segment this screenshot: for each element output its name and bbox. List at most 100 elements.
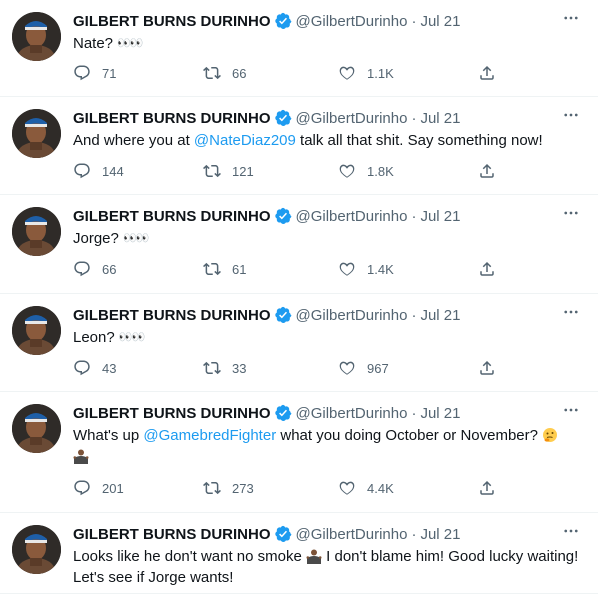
author-handle[interactable]: @GilbertDurinho	[296, 307, 408, 324]
person-shrugging-emoji	[306, 548, 322, 564]
more-icon[interactable]	[561, 205, 581, 221]
retweet-icon	[203, 479, 221, 497]
reply-button[interactable]: 201	[73, 478, 124, 498]
eyes-emoji: 👀👀	[123, 232, 149, 245]
thinking-face-emoji	[542, 427, 558, 443]
avatar[interactable]	[12, 109, 61, 158]
author-name[interactable]: GILBERT BURNS DURINHO	[73, 405, 271, 422]
likes-count: 4.4K	[367, 480, 394, 496]
likes-count: 1.4K	[367, 261, 394, 277]
author-name[interactable]: GILBERT BURNS DURINHO	[73, 526, 271, 543]
tweet-actions: 66 61 1.4K	[73, 259, 496, 279]
share-button[interactable]	[478, 358, 496, 378]
tweet-timestamp[interactable]: Jul 21	[420, 405, 460, 422]
tweet-timestamp[interactable]: Jul 21	[420, 13, 460, 30]
text-segment: What's up	[73, 427, 144, 444]
likes-count: 967	[367, 360, 389, 376]
retweets-count: 66	[232, 65, 247, 81]
tweet-timestamp[interactable]: Jul 21	[420, 208, 460, 225]
text-segment: Nate?	[73, 35, 118, 52]
separator-dot: ·	[411, 207, 417, 225]
tweet-header: GILBERT BURNS DURINHO @GilbertDurinho · Jul…	[73, 108, 460, 128]
tweet-header: GILBERT BURNS DURINHO @GilbertDurinho · Jul…	[73, 403, 460, 423]
tweet-text: Looks like he don't want no smoke I don'…	[73, 546, 581, 588]
retweet-button[interactable]: 61	[203, 259, 246, 279]
tweet-actions: 144 121 1.8K	[73, 161, 496, 181]
tweet-timestamp[interactable]: Jul 21	[420, 110, 460, 127]
share-button[interactable]	[478, 161, 496, 181]
separator-dot: ·	[411, 306, 417, 324]
eyes-emoji: 👀👀	[118, 331, 145, 344]
separator-dot: ·	[411, 12, 417, 30]
share-button[interactable]	[478, 259, 496, 279]
retweet-button[interactable]: 33	[203, 358, 246, 378]
author-name[interactable]: GILBERT BURNS DURINHO	[73, 208, 271, 225]
tweet-feed: GILBERT BURNS DURINHO @GilbertDurinho · Jul…	[0, 0, 598, 594]
avatar[interactable]	[12, 207, 61, 256]
author-name[interactable]: GILBERT BURNS DURINHO	[73, 110, 271, 127]
reply-button[interactable]: 71	[73, 63, 116, 83]
text-segment: Jorge?	[73, 230, 124, 247]
reply-button[interactable]: 66	[73, 259, 116, 279]
tweet-timestamp[interactable]: Jul 21	[420, 526, 460, 543]
like-icon	[338, 479, 356, 497]
share-button[interactable]	[478, 63, 496, 83]
replies-count: 43	[102, 360, 117, 376]
verified-badge-icon	[274, 109, 292, 127]
text-segment: what you doing October or November?	[276, 427, 543, 444]
avatar[interactable]	[12, 525, 61, 574]
more-icon[interactable]	[561, 107, 581, 123]
like-button[interactable]: 4.4K	[338, 478, 394, 498]
retweets-count: 33	[232, 360, 247, 376]
tweet-header: GILBERT BURNS DURINHO @GilbertDurinho · Jul…	[73, 524, 460, 544]
tweet[interactable]: GILBERT BURNS DURINHO @GilbertDurinho · Jul…	[0, 513, 598, 594]
verified-badge-icon	[274, 12, 292, 30]
more-icon[interactable]	[561, 402, 581, 418]
author-name[interactable]: GILBERT BURNS DURINHO	[73, 307, 271, 324]
reply-icon	[73, 479, 91, 497]
avatar[interactable]	[12, 12, 61, 61]
tweet-timestamp[interactable]: Jul 21	[420, 307, 460, 324]
replies-count: 201	[102, 480, 124, 496]
tweet-text: Nate? 👀👀	[73, 33, 581, 55]
author-name[interactable]: GILBERT BURNS DURINHO	[73, 13, 271, 30]
tweet[interactable]: GILBERT BURNS DURINHO @GilbertDurinho · Jul…	[0, 0, 598, 97]
retweet-icon	[203, 260, 221, 278]
retweet-button[interactable]: 66	[203, 63, 246, 83]
more-icon[interactable]	[561, 304, 581, 320]
tweet-actions: 43 33 967	[73, 358, 496, 378]
retweet-button[interactable]: 273	[203, 478, 254, 498]
text-segment: Looks like he don't want no smoke	[73, 548, 306, 565]
text-segment: Leon?	[73, 329, 119, 346]
author-handle[interactable]: @GilbertDurinho	[296, 526, 408, 543]
retweets-count: 121	[232, 163, 254, 179]
tweet-header: GILBERT BURNS DURINHO @GilbertDurinho · Jul…	[73, 11, 460, 31]
tweet[interactable]: GILBERT BURNS DURINHO @GilbertDurinho · Jul…	[0, 392, 598, 513]
mention-link[interactable]: @GamebredFighter	[143, 427, 276, 444]
more-icon[interactable]	[561, 523, 581, 539]
author-handle[interactable]: @GilbertDurinho	[296, 405, 408, 422]
author-handle[interactable]: @GilbertDurinho	[296, 110, 408, 127]
like-button[interactable]: 1.8K	[338, 161, 394, 181]
tweet-text: And where you at @NateDiaz209 talk all t…	[73, 130, 581, 151]
retweet-button[interactable]: 121	[203, 161, 254, 181]
like-button[interactable]: 967	[338, 358, 389, 378]
mention-link[interactable]: @NateDiaz209	[194, 132, 296, 149]
separator-dot: ·	[411, 525, 417, 543]
tweet[interactable]: GILBERT BURNS DURINHO @GilbertDurinho · Jul…	[0, 195, 598, 294]
verified-badge-icon	[274, 306, 292, 324]
text-segment: And where you at	[73, 132, 194, 149]
like-button[interactable]: 1.4K	[338, 259, 394, 279]
more-icon[interactable]	[561, 10, 581, 26]
reply-button[interactable]: 144	[73, 161, 124, 181]
share-button[interactable]	[478, 478, 496, 498]
author-handle[interactable]: @GilbertDurinho	[296, 208, 408, 225]
like-icon	[338, 260, 356, 278]
tweet[interactable]: GILBERT BURNS DURINHO @GilbertDurinho · Jul…	[0, 97, 598, 195]
avatar[interactable]	[12, 306, 61, 355]
like-button[interactable]: 1.1K	[338, 63, 394, 83]
avatar[interactable]	[12, 404, 61, 453]
reply-button[interactable]: 43	[73, 358, 116, 378]
tweet[interactable]: GILBERT BURNS DURINHO @GilbertDurinho · Jul…	[0, 294, 598, 392]
author-handle[interactable]: @GilbertDurinho	[296, 13, 408, 30]
